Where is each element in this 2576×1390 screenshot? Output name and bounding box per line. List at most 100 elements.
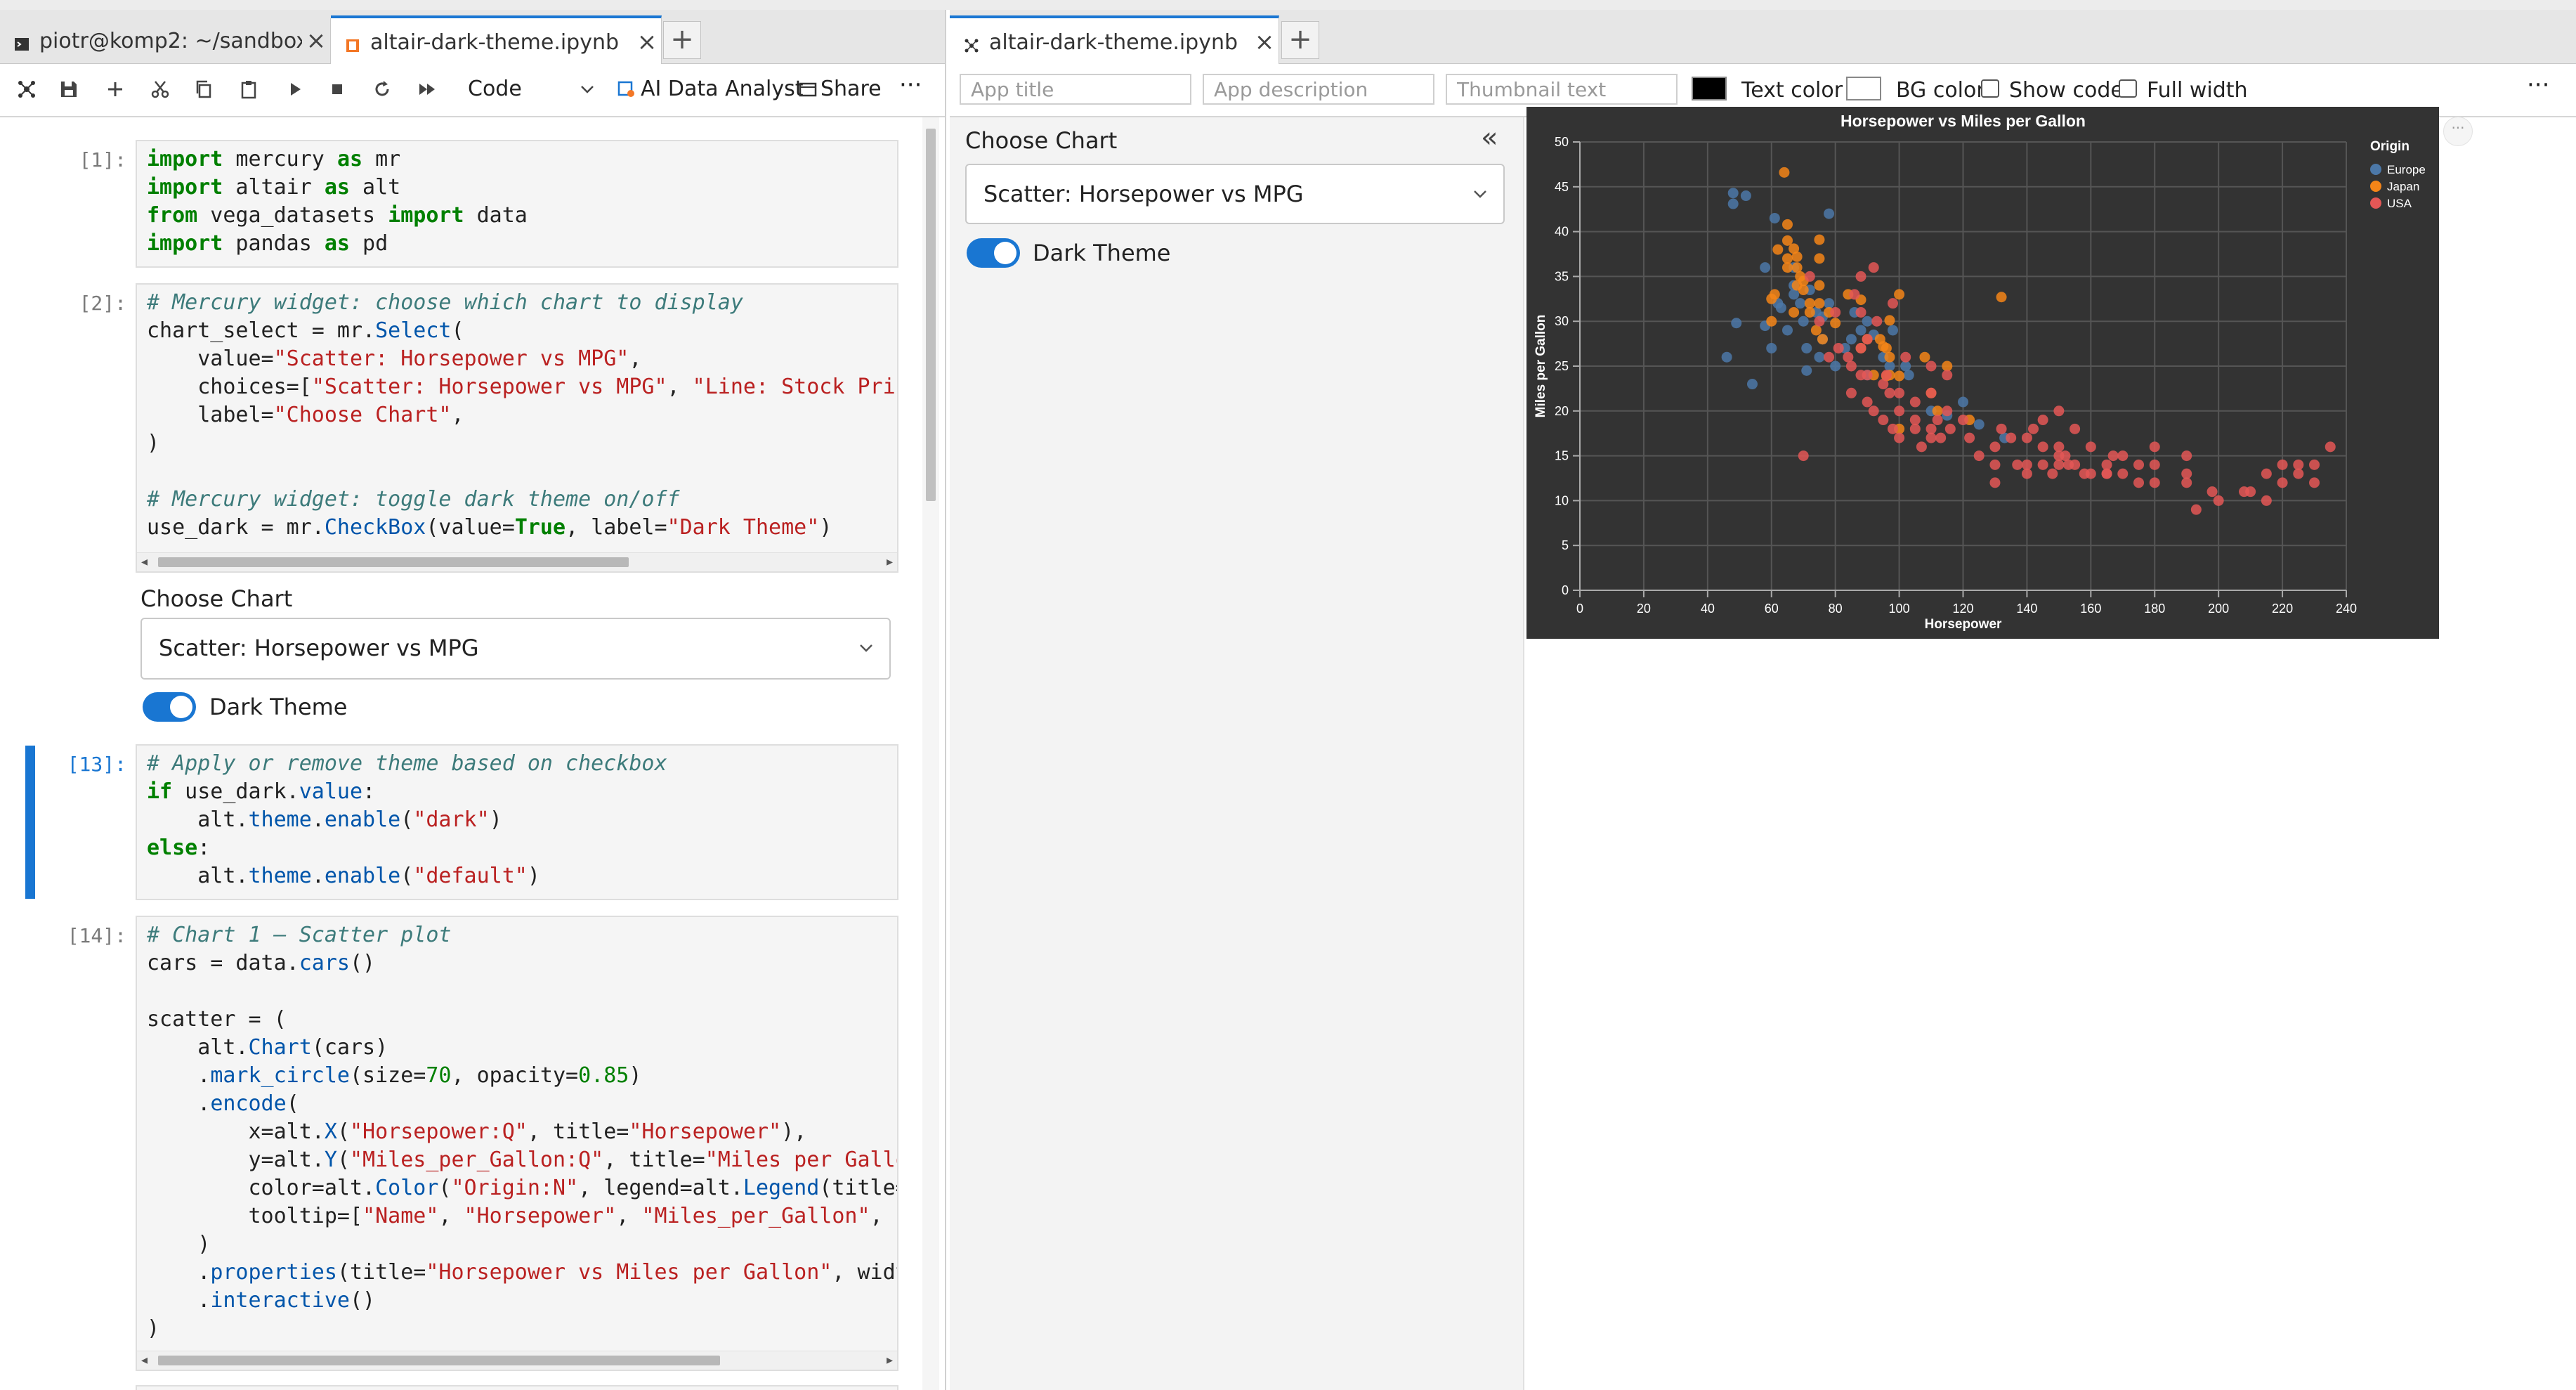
scatter-point-usa	[2101, 459, 2112, 470]
code-line: # Chart 1 — Scatter plot	[147, 923, 452, 947]
dark-theme-toggle[interactable]	[143, 692, 196, 722]
scatter-point-usa	[1862, 334, 1873, 345]
add-cell-icon[interactable]	[100, 74, 131, 105]
select-label: Choose Chart	[965, 127, 1118, 154]
cell-type-select[interactable]: Code	[468, 77, 522, 101]
show-code-checkbox[interactable]	[1981, 79, 1999, 98]
toggle-label: Dark Theme	[1033, 240, 1171, 266]
thumbnail-text-field[interactable]	[1446, 74, 1678, 105]
ai-data-analyst-button[interactable]: AI Data Analyst	[641, 77, 803, 101]
share-icon[interactable]	[792, 74, 823, 105]
scatter-point-usa	[2053, 405, 2065, 417]
code-line: .encode(	[147, 1091, 299, 1116]
code-line: .properties(title="Horsepower vs Miles p…	[147, 1260, 897, 1285]
run-icon[interactable]	[280, 74, 310, 105]
scatter-point-japan	[1884, 315, 1895, 326]
scatter-point-usa	[1887, 298, 1898, 309]
scatter-point-usa	[1989, 477, 2001, 488]
scatter-point-europe	[1746, 379, 1758, 390]
app-title-input[interactable]	[961, 75, 1190, 103]
horizontal-scrollbar[interactable]: ◂ ▸	[137, 552, 897, 571]
chevron-down-icon[interactable]	[572, 74, 603, 105]
horizontal-scrollbar[interactable]: ◂ ▸	[137, 1351, 897, 1370]
x-tick-label: 240	[2336, 602, 2357, 616]
code-cell-scatter[interactable]: # Chart 1 — Scatter plot cars = data.car…	[136, 916, 898, 1371]
scatter-point-usa	[1926, 387, 1937, 398]
save-icon[interactable]	[53, 74, 84, 105]
copy-icon[interactable]	[188, 74, 219, 105]
restart-icon[interactable]	[367, 74, 398, 105]
scatter-point-japan	[1804, 298, 1815, 309]
close-icon[interactable]: ×	[302, 27, 330, 55]
code-cell-widgets[interactable]: # Mercury widget: choose which chart to …	[136, 283, 898, 573]
scatter-point-usa	[1855, 342, 1866, 353]
fast-forward-icon[interactable]	[412, 74, 443, 105]
stop-icon[interactable]	[322, 74, 353, 105]
scatter-point-usa	[1996, 423, 2007, 434]
code-line: value="Scatter: Horsepower vs MPG",	[147, 346, 642, 371]
add-tab-button[interactable]: +	[663, 21, 701, 59]
scrollbar-thumb[interactable]	[158, 1356, 720, 1365]
full-width-checkbox[interactable]	[2119, 79, 2137, 98]
scroll-right-icon[interactable]: ▸	[887, 554, 893, 569]
bg-color-swatch[interactable]	[1846, 77, 1881, 100]
scatter-point-usa	[1942, 370, 1953, 381]
chart-select[interactable]: Scatter: Horsepower vs MPG	[140, 618, 891, 680]
scroll-left-icon[interactable]: ◂	[141, 554, 148, 569]
code-cell-next[interactable]	[136, 1385, 898, 1390]
mercury-logo-icon[interactable]	[11, 74, 42, 105]
paste-icon[interactable]	[233, 74, 264, 105]
ai-assistant-icon[interactable]	[611, 74, 642, 105]
app-description-field[interactable]	[1203, 74, 1434, 105]
preview-tab-bar: altair-dark-theme.ipynb × +	[950, 10, 2576, 66]
thumbnail-text-input[interactable]	[1447, 75, 1676, 103]
scatter-point-usa	[2149, 459, 2160, 470]
more-options-icon[interactable]: ···	[899, 71, 922, 99]
chart-select[interactable]: Scatter: Horsepower vs MPG	[965, 164, 1505, 224]
scatter-point-usa	[2070, 423, 2081, 434]
scatter-point-japan	[1919, 351, 1930, 363]
scroll-left-icon[interactable]: ◂	[141, 1353, 148, 1368]
close-icon[interactable]: ×	[633, 28, 661, 56]
add-tab-button[interactable]: +	[1281, 21, 1319, 59]
cut-icon[interactable]	[145, 74, 176, 105]
scatter-point-japan	[1996, 292, 2007, 303]
code-cell-imports[interactable]: import mercury as mr import altair as al…	[136, 140, 898, 268]
scatter-point-usa	[1814, 316, 1825, 327]
scatter-point-usa	[1804, 271, 1815, 282]
app-description-input[interactable]	[1204, 75, 1433, 103]
x-tick-label: 140	[2016, 602, 2037, 616]
app-title-field[interactable]	[960, 74, 1191, 105]
code-line: tooltip=["Name", "Horsepower", "Miles_pe…	[147, 1204, 897, 1228]
tab-terminal[interactable]: piotr@komp2: ~/sandbox/m ×	[0, 18, 331, 63]
scroll-right-icon[interactable]: ▸	[887, 1353, 893, 1368]
chevron-down-icon	[860, 644, 872, 652]
scatter-point-usa	[2261, 468, 2272, 479]
scatter-point-usa	[2277, 477, 2288, 488]
more-options-icon[interactable]: ···	[2527, 71, 2549, 99]
scatter-point-usa	[2206, 486, 2218, 498]
share-button[interactable]: Share	[820, 77, 882, 101]
text-color-swatch[interactable]	[1692, 77, 1727, 100]
scatter-point-usa	[1894, 405, 1905, 417]
tab-notebook[interactable]: altair-dark-theme.ipynb ×	[331, 15, 662, 66]
notebook-panel: piotr@komp2: ~/sandbox/m × altair-dark-t…	[0, 10, 946, 1390]
close-icon[interactable]: ×	[1250, 28, 1279, 56]
mercury-logo-icon	[964, 34, 979, 53]
scatter-point-usa	[1909, 423, 1921, 434]
scatter-point-usa	[1878, 379, 1889, 390]
notebook-vertical-scrollbar[interactable]	[922, 117, 939, 1390]
scatter-point-europe	[1781, 325, 1793, 336]
scatter-point-japan	[1810, 325, 1822, 336]
code-cell-theme[interactable]: # Apply or remove theme based on checkbo…	[136, 744, 898, 900]
scrollbar-thumb[interactable]	[158, 557, 629, 567]
full-width-label: Full width	[2147, 78, 2248, 103]
collapse-sidebar-icon[interactable]: «	[1481, 122, 1498, 154]
scatter-point-japan	[1942, 361, 1953, 372]
tab-app-preview[interactable]: altair-dark-theme.ipynb ×	[950, 15, 1279, 66]
cell-prompt: [13]:	[67, 753, 126, 776]
scatter-point-usa	[2012, 459, 2023, 470]
dark-theme-toggle[interactable]	[967, 238, 1020, 268]
chart-actions-icon[interactable]: ···	[2443, 117, 2473, 146]
scrollbar-thumb[interactable]	[926, 129, 936, 501]
